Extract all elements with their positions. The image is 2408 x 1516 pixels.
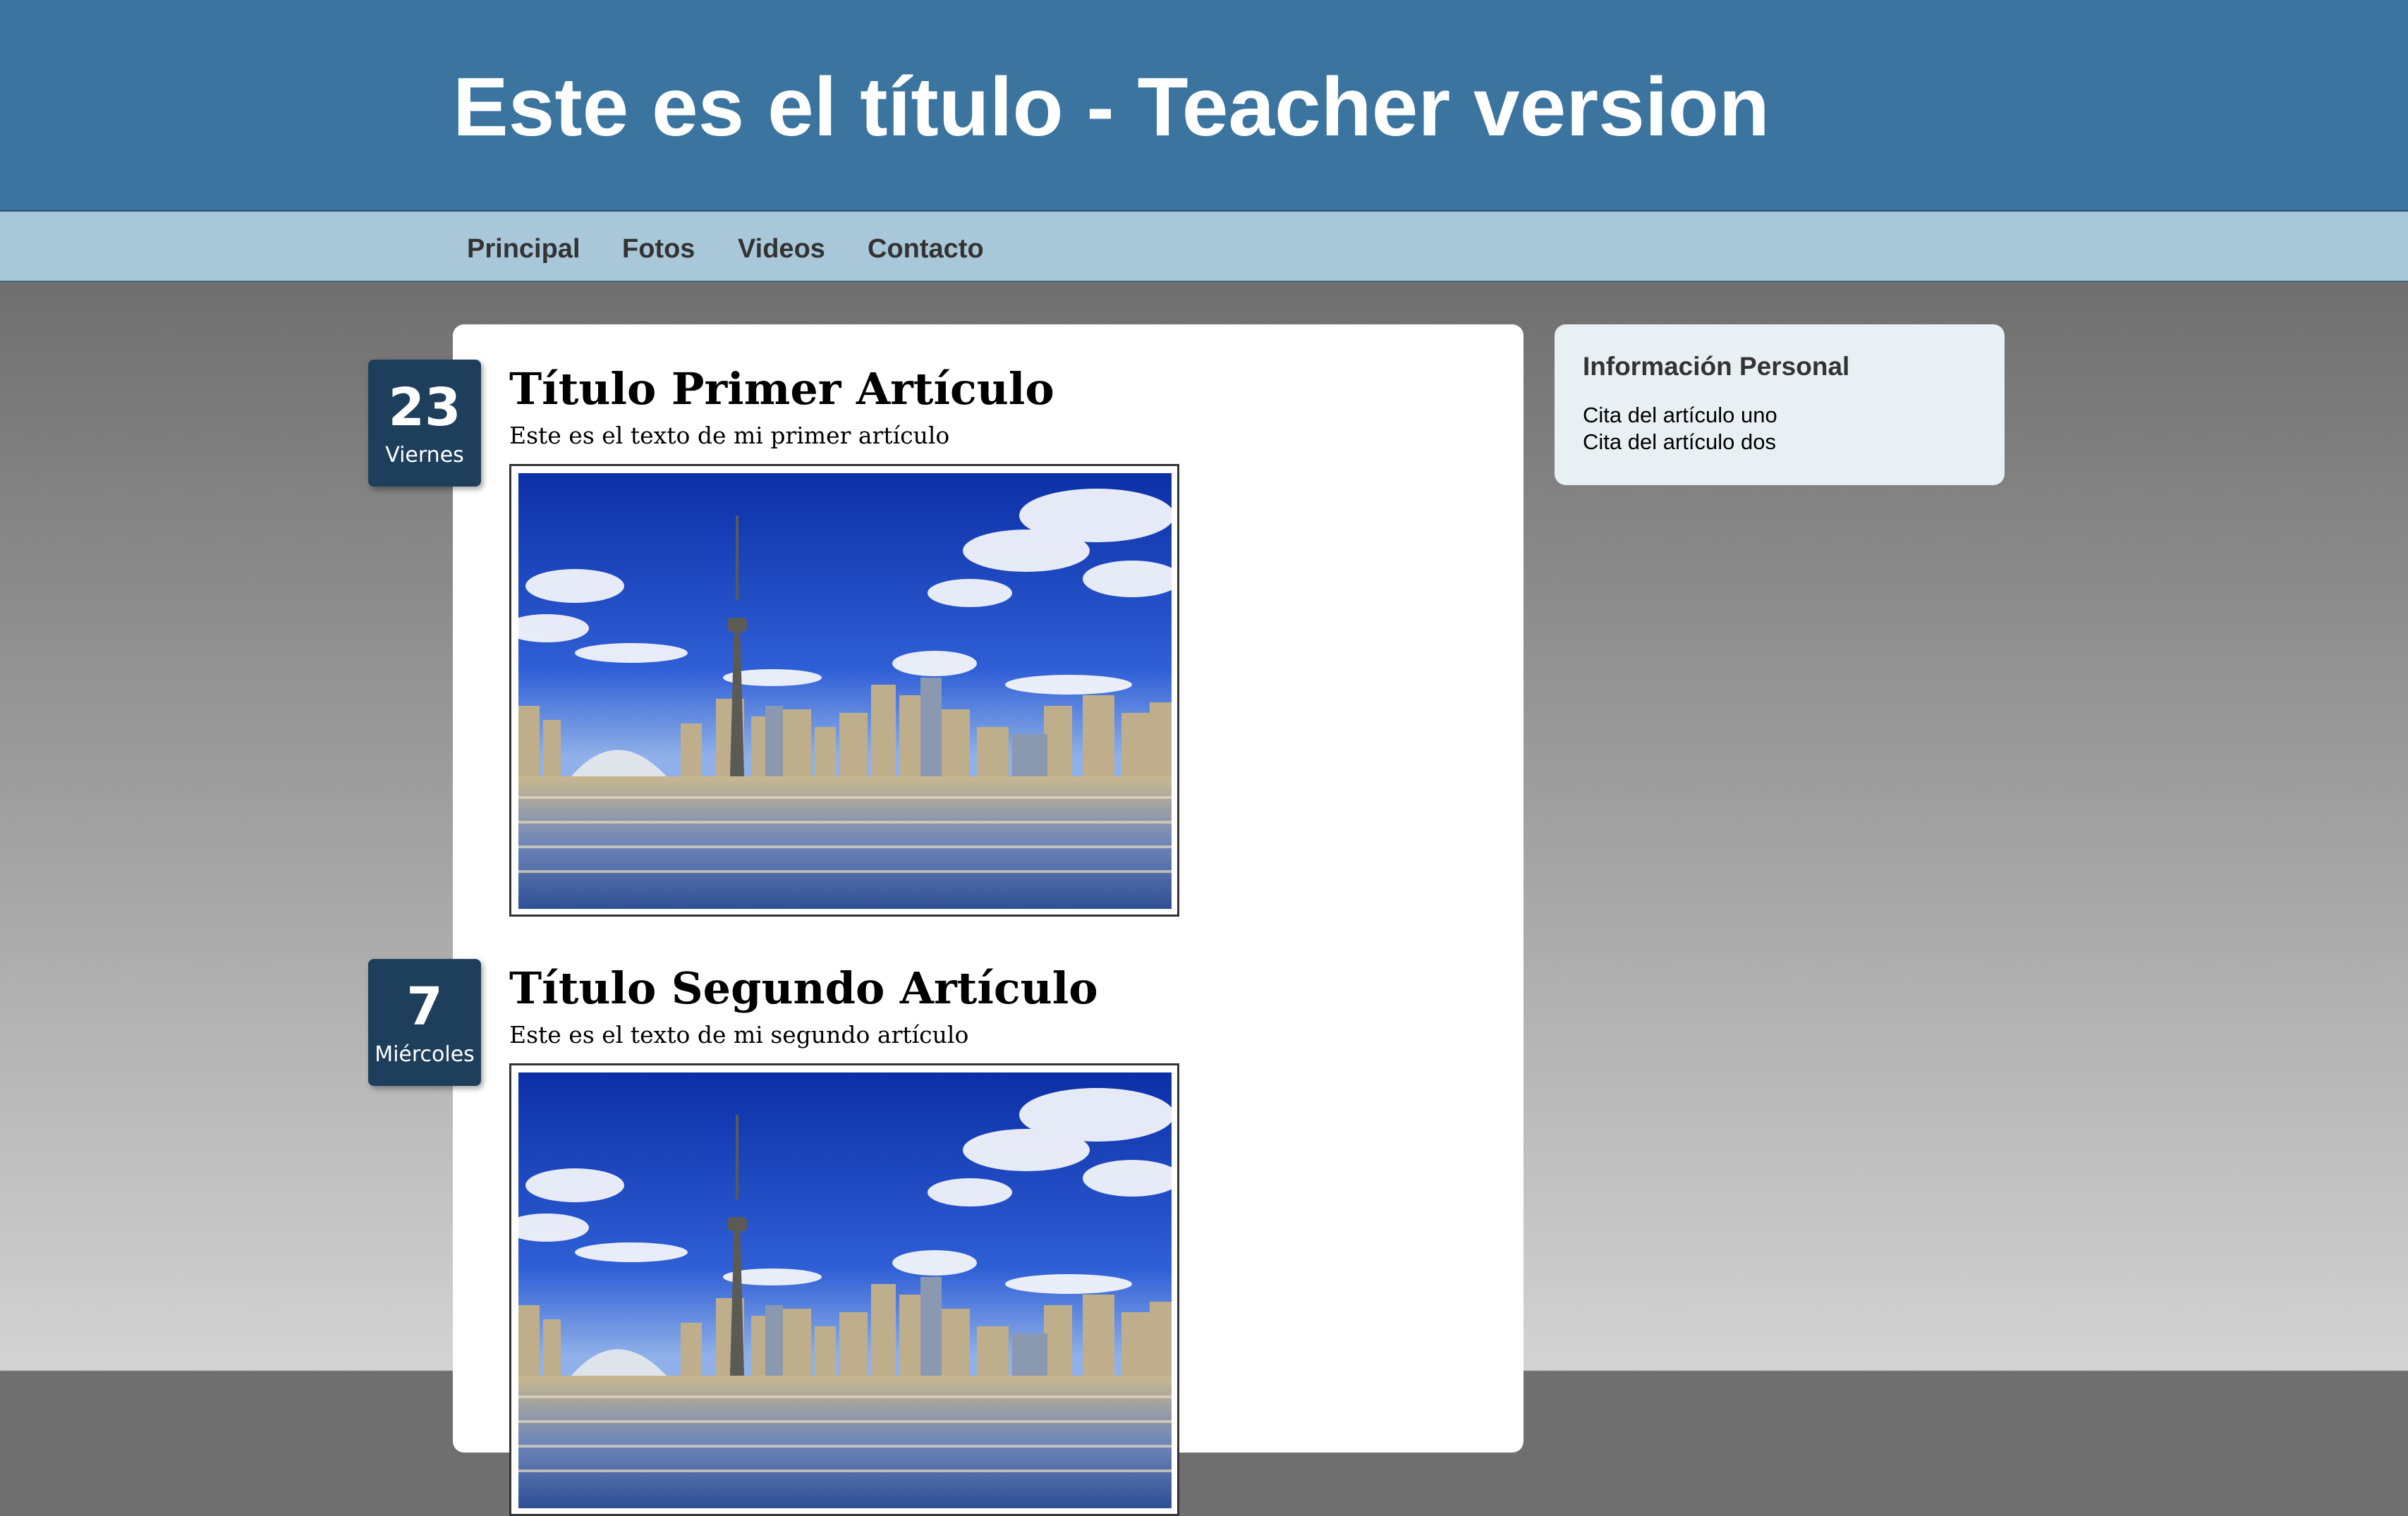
- nav-item-contacto[interactable]: Contacto: [868, 233, 984, 265]
- article-text: Este es el texto de mi primer artículo: [509, 422, 950, 449]
- article-image: [509, 464, 1179, 917]
- date-badge: 7 Miércoles: [368, 959, 481, 1086]
- date-weekday: Viernes: [385, 443, 464, 467]
- date-day: 7: [406, 977, 443, 1037]
- article-text: Este es el texto de mi segundo artículo: [509, 1021, 969, 1049]
- date-weekday: Miércoles: [375, 1042, 475, 1067]
- date-day: 23: [388, 377, 461, 438]
- article-title[interactable]: Título Primer Artículo: [509, 362, 1054, 416]
- nav-item-principal[interactable]: Principal: [467, 233, 580, 265]
- article-image: [509, 1063, 1179, 1516]
- sidebar-link-cita-dos[interactable]: Cita del artículo dos: [1583, 429, 1776, 456]
- sidebar-personal-info: Información Personal Cita del artículo u…: [1555, 324, 2005, 485]
- toronto-skyline-photo: [518, 473, 1172, 909]
- site-header: Este es el título - Teacher version: [0, 0, 2408, 212]
- article-title[interactable]: Título Segundo Artículo: [509, 962, 1098, 1015]
- site-title: Este es el título - Teacher version: [453, 61, 1770, 154]
- date-badge: 23 Viernes: [368, 360, 481, 487]
- nav-item-videos[interactable]: Videos: [738, 233, 825, 265]
- sidebar-title: Información Personal: [1583, 352, 1850, 381]
- main-nav: Principal Fotos Videos Contacto: [0, 212, 2408, 282]
- toronto-skyline-photo: [518, 1072, 1172, 1508]
- nav-item-fotos[interactable]: Fotos: [622, 233, 695, 265]
- sidebar-link-cita-uno[interactable]: Cita del artículo uno: [1583, 402, 1777, 429]
